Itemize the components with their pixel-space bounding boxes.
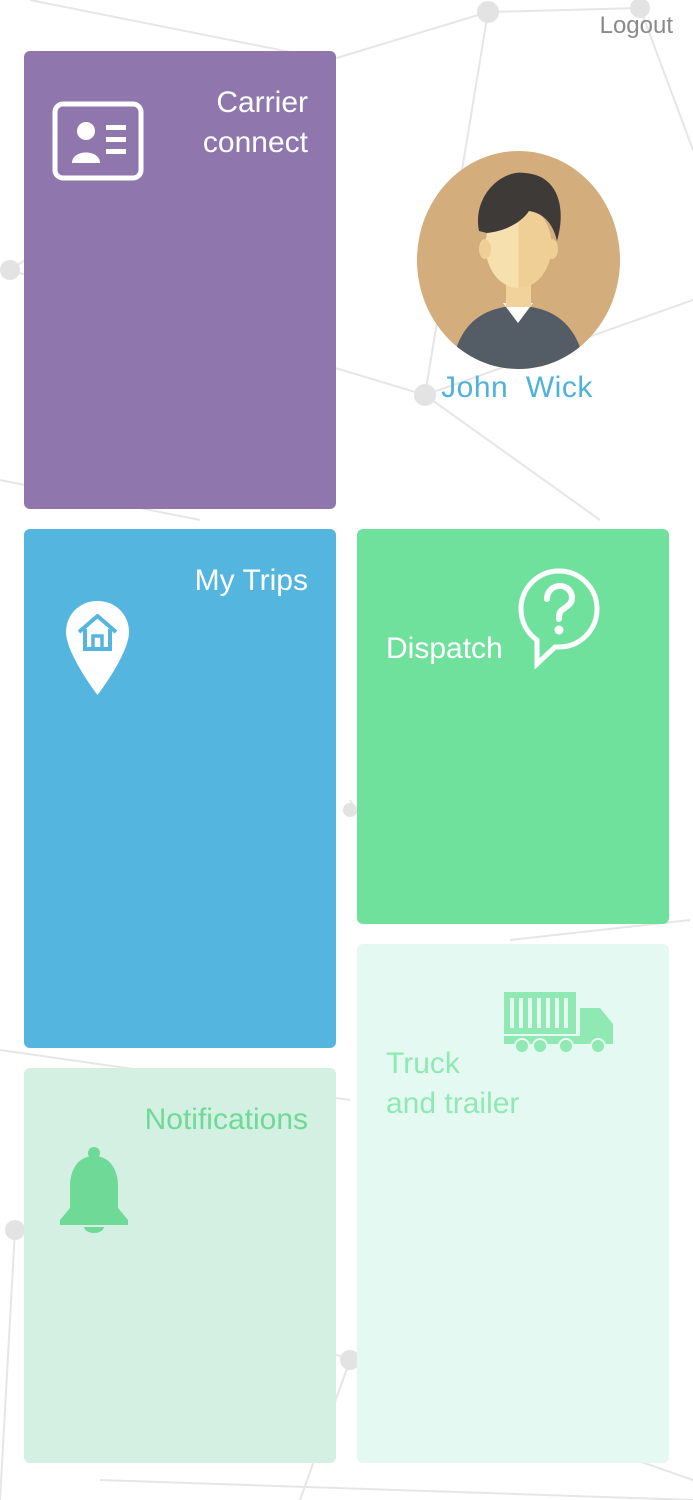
id-card-icon	[52, 101, 144, 181]
tile-label: Carrier connect	[202, 86, 308, 159]
tile-label: Dispatch	[386, 632, 503, 665]
tile-truck-and-trailer[interactable]: Truck and trailer	[357, 944, 669, 1463]
user-avatar-icon[interactable]	[417, 151, 620, 369]
tile-notifications[interactable]: Notifications	[24, 1068, 336, 1463]
profile-section: John Wick	[417, 151, 620, 407]
bell-icon	[60, 1147, 128, 1233]
tile-label: Notifications	[144, 1103, 308, 1136]
question-bubble-icon	[518, 568, 600, 669]
tile-dispatch[interactable]: Dispatch	[357, 529, 669, 924]
tile-carrier-connect[interactable]: Carrier connect	[24, 51, 336, 509]
logout-link[interactable]: Logout	[600, 12, 673, 40]
tile-my-trips[interactable]: My Trips	[24, 529, 336, 1048]
user-name: John Wick	[441, 371, 593, 404]
home-pin-icon	[66, 601, 129, 695]
tile-label: My Trips	[194, 564, 308, 597]
tile-label: Truck and trailer	[386, 1047, 520, 1120]
